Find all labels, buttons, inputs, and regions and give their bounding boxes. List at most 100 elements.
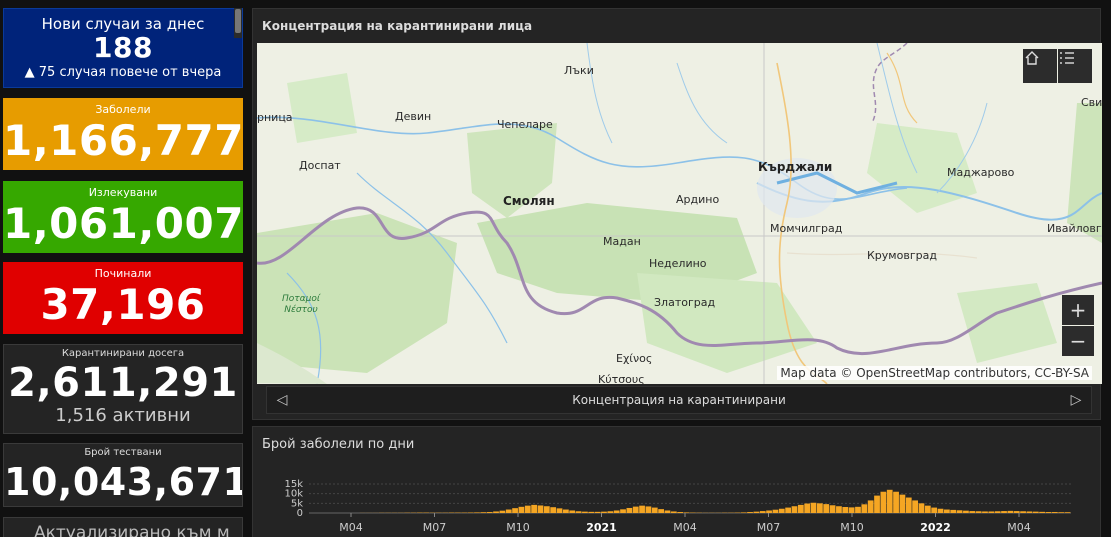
chart-bar <box>766 510 772 513</box>
chart-bar <box>505 509 512 513</box>
x-tick-label: M04 <box>1007 521 1031 534</box>
chart-bar <box>531 504 537 513</box>
quarantined-active: 1,516 активни <box>55 405 191 426</box>
chart-bar <box>912 500 918 513</box>
quarantined-card: Карантинирани досега 2,611,291 1,516 акт… <box>3 344 243 434</box>
place-kardzhali: Кърджали <box>758 160 833 174</box>
chart-bar <box>512 508 518 513</box>
tests-label: Брой тествани <box>84 447 162 458</box>
chart-bar <box>994 511 1001 513</box>
chart-bar <box>785 507 791 513</box>
chart-bar <box>1045 512 1052 513</box>
chart-bar <box>474 512 480 513</box>
y-tick-label: 0 <box>297 508 303 519</box>
chart-bar <box>829 505 836 513</box>
chart-bar <box>1051 512 1058 513</box>
place-echinos: Εχίνος <box>616 352 653 365</box>
chart-bar <box>772 509 779 513</box>
deceased-value: 37,196 <box>40 280 206 329</box>
sick-card: Заболели 1,166,777 <box>3 98 243 170</box>
home-icon[interactable] <box>1023 49 1057 83</box>
chart-bar <box>804 503 811 513</box>
place-krumovgrad: Крумовград <box>867 249 937 262</box>
chart-panel: Брой заболели по дни 15k 10k 5k 0 M04 M07 M10 2… <box>252 426 1101 537</box>
chart-bar <box>937 508 944 513</box>
chart-bar <box>493 511 499 513</box>
zoom-out-icon[interactable]: − <box>1062 326 1094 356</box>
chart-bar <box>556 508 563 513</box>
chart-bar <box>848 507 855 513</box>
chart-bar <box>1032 511 1039 513</box>
chart-bar <box>880 491 887 513</box>
x-tick-label: M10 <box>840 521 864 534</box>
chart-bar <box>1058 512 1065 513</box>
chart-bar <box>982 511 988 513</box>
chart-bar <box>791 506 798 513</box>
updated-label: Актуализирано към м <box>34 523 230 537</box>
layer-list-icon[interactable] <box>1058 49 1092 83</box>
place-ardino: Ардино <box>676 193 720 206</box>
chart-bar <box>861 504 868 513</box>
chart-bar <box>778 508 785 513</box>
chart-bar <box>874 495 880 513</box>
chart-bar <box>899 494 906 513</box>
place-right-edge: Сви <box>1081 96 1102 109</box>
chart-bar <box>817 503 823 513</box>
chart-bar <box>518 506 525 513</box>
chart-bar <box>969 511 976 513</box>
chart-bar <box>588 511 595 513</box>
place-momchilgrad: Момчилград <box>770 222 843 235</box>
chart-bar <box>569 510 576 513</box>
chart-bar <box>677 512 684 513</box>
place-left-edge: рница <box>257 111 293 124</box>
chart-bar <box>1026 511 1033 513</box>
chart-bar <box>1007 510 1014 513</box>
chart-bar <box>550 507 557 513</box>
chart-bar <box>836 506 842 513</box>
deceased-card: Починали 37,196 <box>3 262 243 334</box>
new-cases-delta: ▲ 75 случая повече от вчера <box>24 65 222 80</box>
chevron-right-icon[interactable]: ▷ <box>1067 391 1085 409</box>
updated-card: Актуализирано към м <box>3 517 243 537</box>
chart-bar <box>950 509 957 513</box>
map-view[interactable]: Лъки рница Девин Чепеларе Доспат Смолян … <box>257 43 1102 384</box>
chart-bar <box>988 511 995 513</box>
left-scrollbar-thumb[interactable] <box>235 9 241 33</box>
chart-bar <box>905 497 912 513</box>
chart-bar <box>683 512 690 513</box>
chart-bar <box>1001 511 1007 513</box>
chart-bar <box>499 510 506 513</box>
chart-bar <box>543 506 550 513</box>
chart-bar <box>842 507 849 513</box>
chart-bar <box>594 511 601 513</box>
chart-bar <box>747 512 753 513</box>
chart-bar <box>893 491 899 513</box>
chart-bar <box>670 511 677 513</box>
zoom-in-icon[interactable]: + <box>1062 295 1094 325</box>
place-dospat: Доспат <box>299 159 341 172</box>
x-tick-label: M07 <box>757 521 781 534</box>
place-ivaylovgrad: Ивайловгр <box>1047 222 1102 235</box>
map-panel-title: Концентрация на карантинирани лица <box>262 19 533 33</box>
quarantined-value: 2,611,291 <box>8 360 238 406</box>
chart-bar <box>944 509 950 513</box>
chart-bar <box>537 505 544 513</box>
chart-bar <box>651 507 658 513</box>
place-koutsous: Κύτσους <box>598 373 645 384</box>
x-tick-label: M04 <box>339 521 363 534</box>
chart-bar <box>855 506 861 513</box>
chart-bar <box>975 511 982 513</box>
chart-bar <box>658 509 664 513</box>
place-lyaki: Лъки <box>564 64 594 77</box>
new-cases-value: 188 <box>93 31 153 64</box>
recovered-label: Излекувани <box>88 186 158 199</box>
map-basemap <box>257 43 1102 384</box>
chart-bar <box>613 510 620 513</box>
daily-cases-chart[interactable]: 15k10k5k0M04 M07 M10 2021 M04 M07 M10 2022 M04 <box>253 427 1101 537</box>
tests-value: 10,043,671 <box>4 460 243 504</box>
chart-bar <box>632 506 639 513</box>
place-madzharovo: Маджарово <box>947 166 1015 179</box>
chart-bar <box>620 509 626 513</box>
new-cases-card: Нови случаи за днес 188 ▲ 75 случая пове… <box>3 8 243 88</box>
map-attribution: Map data © OpenStreetMap contributors, C… <box>777 366 1092 380</box>
